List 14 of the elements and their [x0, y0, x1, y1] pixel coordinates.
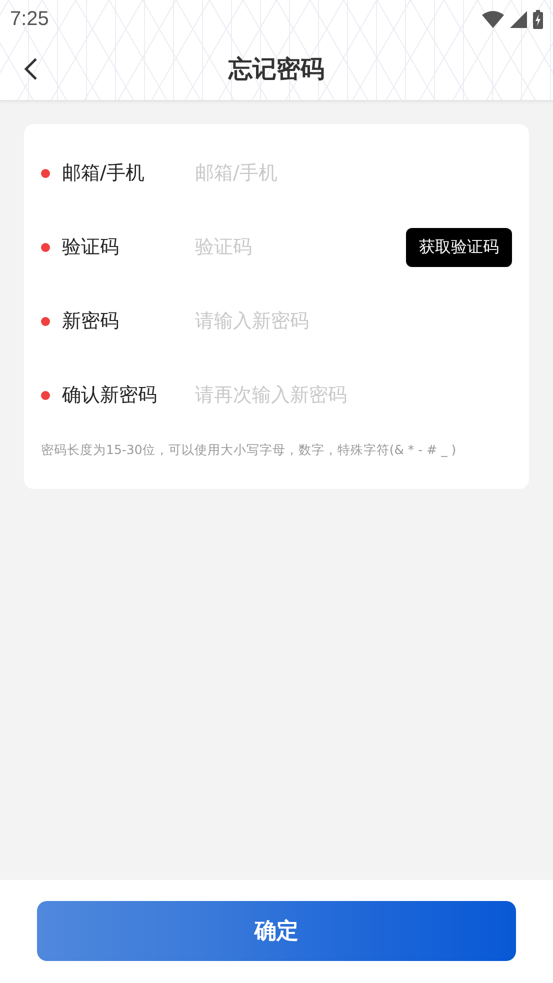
wifi-icon	[482, 10, 504, 28]
get-code-button[interactable]: 获取验证码	[406, 228, 512, 266]
signal-icon	[510, 10, 527, 28]
page-title: 忘记密码	[228, 54, 324, 85]
password-hint: 密码长度为15-30位，可以使用大小写字母，数字，特殊字符(& * - # _ )	[41, 442, 458, 459]
back-button[interactable]	[24, 57, 38, 81]
field-label: 邮箱/手机	[62, 161, 146, 186]
battery-icon	[533, 10, 543, 28]
field-label: 确认新密码	[62, 383, 158, 408]
field-label: 新密码	[62, 309, 120, 334]
status-time: 7:25	[10, 8, 49, 30]
back-icon	[24, 57, 38, 81]
field-label: 验证码	[62, 235, 120, 260]
confirm-button[interactable]: 确定	[37, 901, 516, 961]
